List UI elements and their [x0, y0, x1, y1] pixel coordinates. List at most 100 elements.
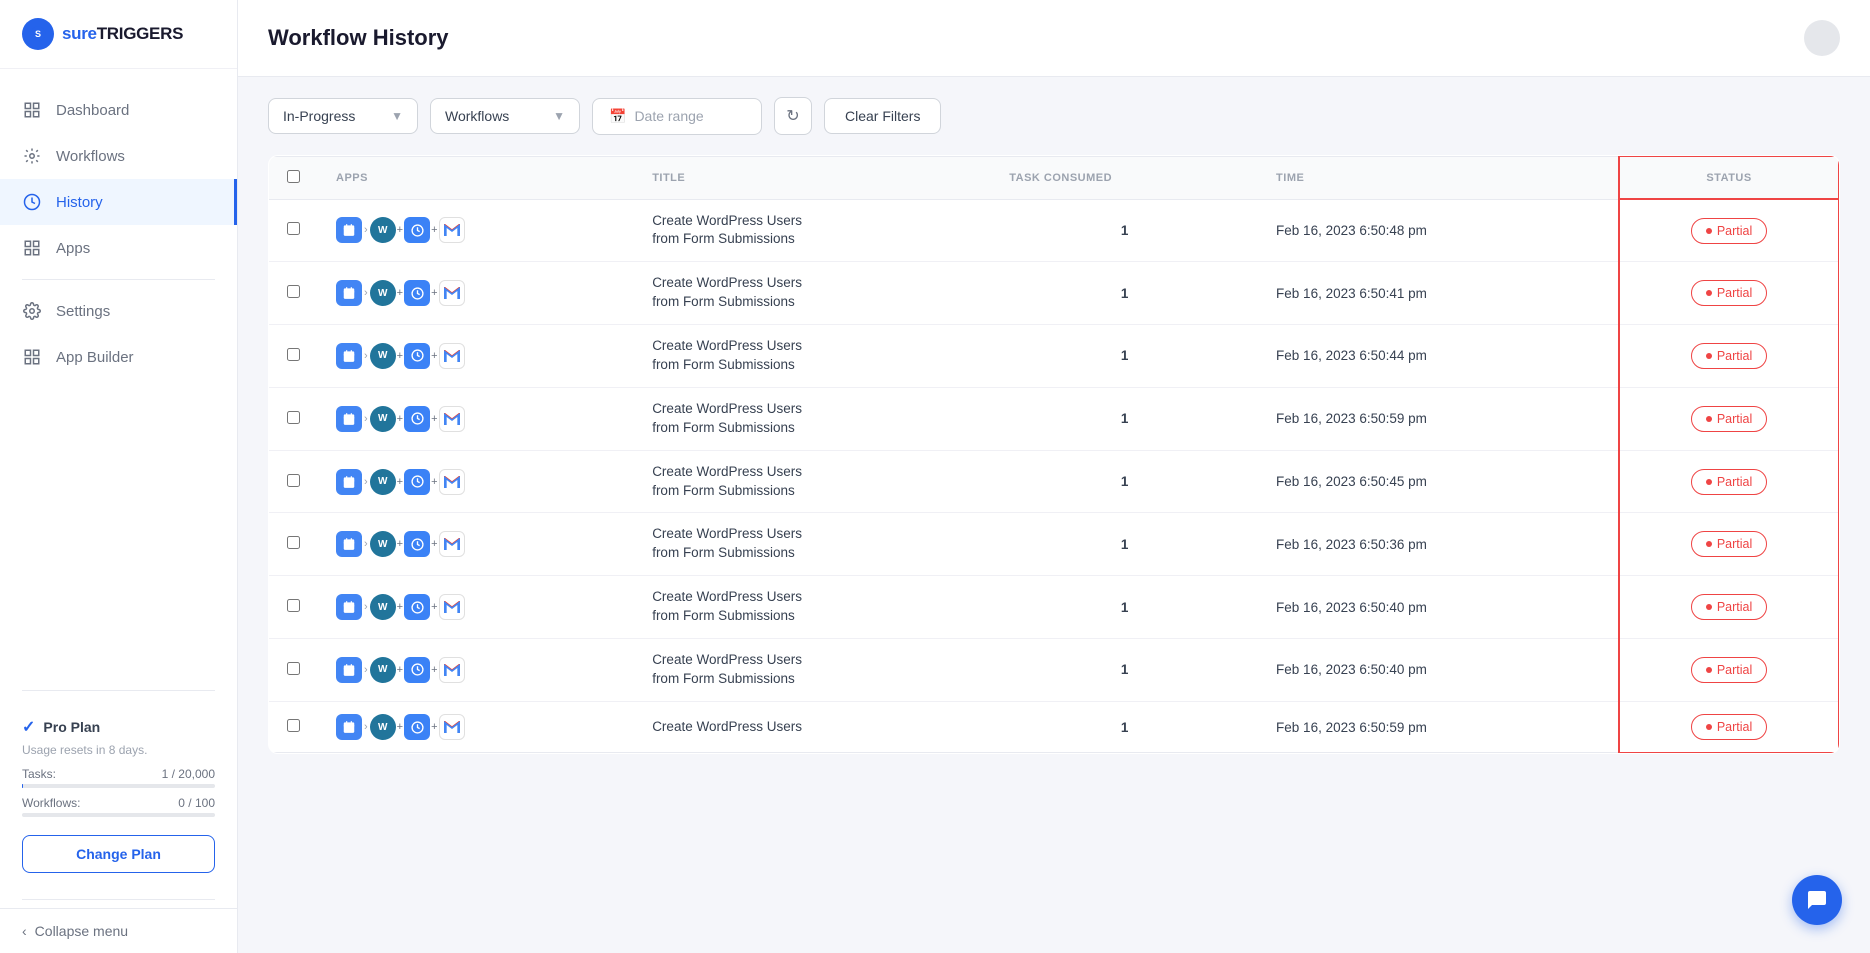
row-checkbox-cell	[269, 262, 319, 325]
app-icons-group: › W + +	[336, 217, 616, 243]
plus-icon: +	[397, 287, 403, 299]
plus-icon: +	[397, 476, 403, 488]
row-checkbox-cell	[269, 701, 319, 753]
arrow-icon: ›	[364, 476, 368, 488]
table-row[interactable]: › W + + Create WordPress Users from Form…	[269, 262, 1840, 325]
status-filter[interactable]: In-Progress ▼	[268, 98, 418, 134]
gmail-app-icon	[439, 657, 465, 683]
status-badge: Partial	[1691, 280, 1767, 306]
wordpress-app-icon: W	[370, 343, 396, 369]
status-badge: Partial	[1691, 469, 1767, 495]
row-checkbox-cell	[269, 199, 319, 262]
status-cell: Partial	[1619, 262, 1839, 325]
plan-check-icon: ✓	[22, 717, 35, 737]
time-cell: Feb 16, 2023 6:50:40 pm	[1258, 576, 1619, 639]
row-checkbox[interactable]	[287, 222, 300, 235]
row-checkbox[interactable]	[287, 599, 300, 612]
table-row[interactable]: › W + + Create WordPress Users from Form…	[269, 325, 1840, 388]
app-icons-group: › W + +	[336, 594, 616, 620]
row-checkbox[interactable]	[287, 348, 300, 361]
workflow-filter[interactable]: Workflows ▼	[430, 98, 580, 134]
app-icons-group: › W + +	[336, 280, 616, 306]
refresh-button[interactable]: ↻	[774, 97, 812, 135]
main-content: Workflow History In-Progress ▼ Workflows…	[238, 0, 1870, 953]
app-icons-group: › W + +	[336, 343, 616, 369]
task-consumed-cell: 1	[991, 701, 1258, 753]
arrow-icon: ›	[364, 224, 368, 236]
select-all-checkbox[interactable]	[287, 170, 300, 183]
status-badge: Partial	[1691, 594, 1767, 620]
arrow-icon: ›	[364, 538, 368, 550]
clear-filters-button[interactable]: Clear Filters	[824, 98, 941, 134]
status-dot	[1706, 604, 1712, 610]
title-cell: Create WordPress Users from Form Submiss…	[634, 576, 991, 639]
time-cell: Feb 16, 2023 6:50:45 pm	[1258, 450, 1619, 513]
apps-cell: › W + +	[318, 513, 634, 576]
plus-icon: +	[397, 413, 403, 425]
table-row[interactable]: › W + + Create WordPress Users from Form…	[269, 576, 1840, 639]
sidebar-item-app-builder-label: App Builder	[56, 349, 134, 366]
date-range-filter[interactable]: 📅 Date range	[592, 98, 762, 135]
plus-icon: +	[397, 224, 403, 236]
sidebar-item-history-label: History	[56, 194, 103, 211]
sidebar-item-history[interactable]: History	[0, 179, 237, 225]
row-checkbox-cell	[269, 450, 319, 513]
table-row[interactable]: › W + + Create WordPress Users from Form…	[269, 387, 1840, 450]
wordpress-app-icon: W	[370, 280, 396, 306]
apps-cell: › W + +	[318, 701, 634, 753]
row-checkbox[interactable]	[287, 719, 300, 732]
row-checkbox[interactable]	[287, 411, 300, 424]
usage-reset-text: Usage resets in 8 days.	[22, 743, 215, 757]
change-plan-button[interactable]: Change Plan	[22, 835, 215, 873]
table-row[interactable]: › W + + Create WordPress Users from Form…	[269, 199, 1840, 262]
select-all-cell	[269, 156, 319, 199]
row-checkbox[interactable]	[287, 662, 300, 675]
status-filter-value: In-Progress	[283, 108, 355, 124]
sidebar-item-apps[interactable]: Apps	[0, 225, 237, 271]
row-checkbox[interactable]	[287, 536, 300, 549]
sidebar-item-workflows[interactable]: Workflows	[0, 133, 237, 179]
apps-cell: › W + +	[318, 450, 634, 513]
row-checkbox-cell	[269, 325, 319, 388]
row-checkbox[interactable]	[287, 474, 300, 487]
calendar-app-icon	[336, 657, 362, 683]
table-row[interactable]: › W + + Create WordPress Users from Form…	[269, 450, 1840, 513]
time-cell: Feb 16, 2023 6:50:36 pm	[1258, 513, 1619, 576]
settings-icon	[22, 301, 42, 321]
nav-menu: Dashboard Workflows History Apps Settin	[0, 69, 237, 682]
arrow-icon: ›	[364, 664, 368, 676]
apps-icon	[22, 238, 42, 258]
title-cell: Create WordPress Users from Form Submiss…	[634, 262, 991, 325]
calendar-app-icon	[336, 343, 362, 369]
arrow-icon: ›	[364, 721, 368, 733]
title-cell: Create WordPress Users from Form Submiss…	[634, 387, 991, 450]
status-dot	[1706, 724, 1712, 730]
sidebar-item-settings[interactable]: Settings	[0, 288, 237, 334]
status-filter-chevron-icon: ▼	[391, 109, 403, 123]
status-dot	[1706, 290, 1712, 296]
status-dot	[1706, 416, 1712, 422]
sidebar-item-dashboard[interactable]: Dashboard	[0, 87, 237, 133]
status-cell: Partial	[1619, 199, 1839, 262]
status-dot	[1706, 228, 1712, 234]
gmail-app-icon	[439, 714, 465, 740]
gmail-app-icon	[439, 531, 465, 557]
plus-icon-2: +	[431, 664, 437, 676]
clock-app-icon	[404, 594, 430, 620]
workflow-filter-chevron-icon: ▼	[553, 109, 565, 123]
logo-text: sureTRIGGERS	[62, 24, 183, 44]
sidebar-item-app-builder[interactable]: App Builder	[0, 334, 237, 380]
collapse-menu-button[interactable]: ‹ Collapse menu	[0, 908, 237, 953]
wordpress-app-icon: W	[370, 406, 396, 432]
chat-button[interactable]	[1792, 875, 1842, 925]
plus-icon-2: +	[431, 287, 437, 299]
arrow-icon: ›	[364, 601, 368, 613]
row-checkbox[interactable]	[287, 285, 300, 298]
table-row[interactable]: › W + + Create WordPress Users from Form…	[269, 638, 1840, 701]
status-badge: Partial	[1691, 218, 1767, 244]
status-dot	[1706, 667, 1712, 673]
title-cell: Create WordPress Users from Form Submiss…	[634, 638, 991, 701]
dashboard-icon	[22, 100, 42, 120]
table-row[interactable]: › W + + Create WordPress Users1Feb 16, 2…	[269, 701, 1840, 753]
table-row[interactable]: › W + + Create WordPress Users from Form…	[269, 513, 1840, 576]
